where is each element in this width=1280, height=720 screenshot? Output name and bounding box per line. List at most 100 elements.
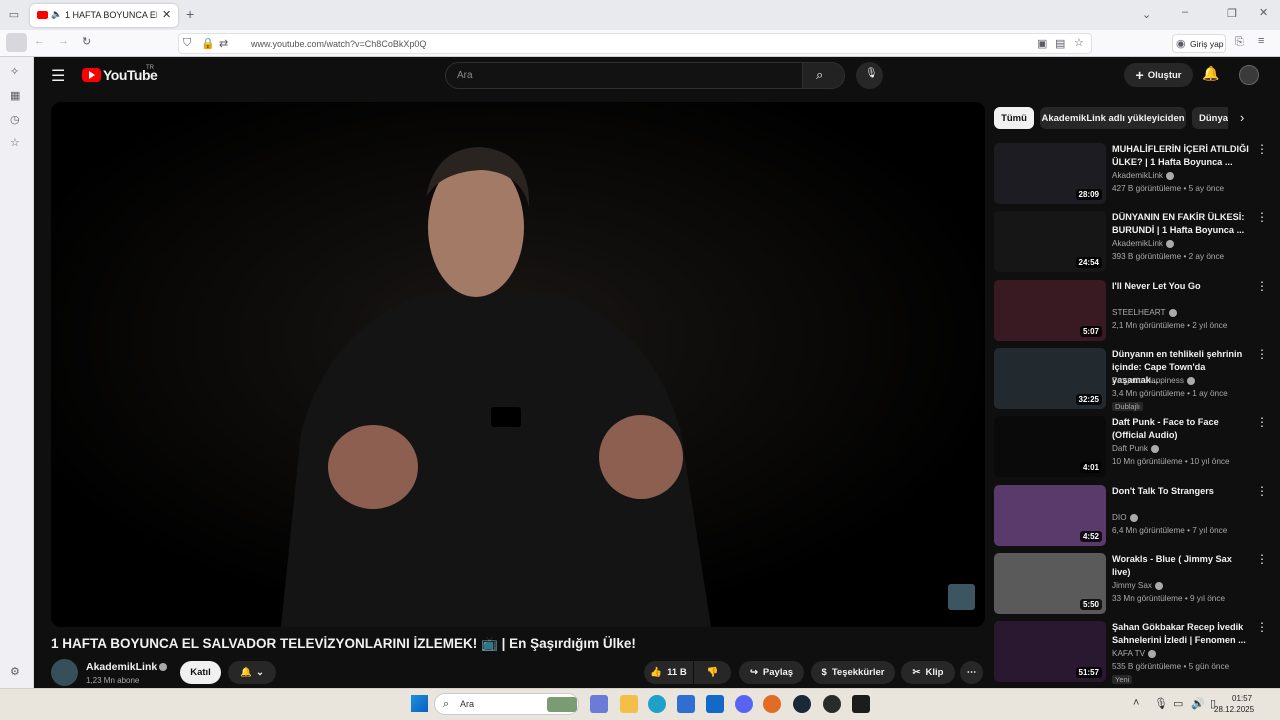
app-icon[interactable] (823, 695, 841, 713)
close-icon[interactable]: ✕ (162, 8, 171, 21)
youtube-logo[interactable]: YouTube TR (82, 65, 162, 84)
video-thumbnail[interactable]: 28:09 (994, 143, 1106, 204)
steam-icon[interactable] (793, 695, 811, 713)
tray-mic-icon[interactable]: 🎙 (1154, 697, 1168, 710)
store-icon[interactable] (677, 695, 695, 713)
forward-icon[interactable]: → (58, 35, 69, 47)
clock-date[interactable]: 28.12.2025 (1214, 705, 1254, 714)
signin-button[interactable]: ◉ Giriş yap (1172, 34, 1226, 53)
taskbar-search[interactable]: ⌕ Ara (434, 693, 579, 715)
video-thumbnail[interactable]: 4:52 (994, 485, 1106, 546)
more-icon[interactable]: ⋮ (1256, 348, 1268, 361)
search-button[interactable]: ⌕ (802, 62, 845, 89)
shield-icon[interactable]: ⛉ (183, 37, 191, 50)
video-thumbnail[interactable]: 32:25 (994, 348, 1106, 409)
bell-icon[interactable]: 🔔 (1202, 65, 1219, 82)
tab-list-icon[interactable]: ▭ (6, 8, 22, 22)
permissions-icon[interactable]: ⇄ (219, 37, 228, 50)
hamburger-menu-icon[interactable]: ☰ (51, 66, 65, 86)
file-explorer-icon[interactable] (620, 695, 638, 713)
video-player[interactable] (51, 102, 985, 627)
recommendation-item[interactable]: 5:50 Worakls - Blue ( Jimmy Sax live) Ji… (994, 553, 1268, 615)
recommendation-channel[interactable]: AkademikLink (1112, 171, 1174, 180)
more-icon[interactable]: ⋮ (1256, 143, 1268, 156)
like-button[interactable]: 👍 11 B (644, 661, 693, 684)
edge-icon[interactable] (648, 695, 666, 713)
sidebar-toggle-icon[interactable] (6, 33, 27, 52)
filter-chip-uploader[interactable]: AkademikLink adlı yükleyiciden (1040, 107, 1186, 129)
recommendation-item[interactable]: 28:09 MUHALİFLERİN İÇERİ ATILDIĞI ÜLKE? … (994, 143, 1268, 205)
clip-button[interactable]: ✂ Klip (901, 661, 955, 684)
thanks-button[interactable]: $ Teşekkürler (811, 661, 895, 684)
search-input[interactable]: Ara (445, 62, 803, 89)
more-actions-button[interactable]: ⋯ (960, 661, 983, 684)
lock-icon[interactable]: 🔒 (201, 37, 215, 50)
video-thumbnail[interactable]: 24:54 (994, 211, 1106, 272)
channel-watermark-icon[interactable] (948, 584, 975, 610)
restore-icon[interactable]: ❐ (1227, 7, 1237, 20)
more-icon[interactable]: ⋮ (1256, 553, 1268, 566)
bookmarks-icon[interactable]: ☆ (10, 136, 20, 149)
recommendation-item[interactable]: 5:07 I'll Never Let You Go STEELHEART 2,… (994, 280, 1268, 342)
epic-games-icon[interactable] (852, 695, 870, 713)
video-thumbnail[interactable]: 51:57 (994, 621, 1106, 682)
tab-overflow-chevron-icon[interactable]: ⌄ (1142, 8, 1151, 21)
channel-name[interactable]: AkademikLink (86, 661, 157, 673)
join-button[interactable]: Katıl (180, 661, 221, 684)
discord-icon[interactable] (735, 695, 753, 713)
reload-icon[interactable]: ↻ (82, 35, 91, 48)
browser-tab-active[interactable]: 🔈 1 HAFTA BOYUNCA EL SAL\ ✕ (30, 4, 178, 27)
recommendation-title[interactable]: Şahan Gökbakar Recep İvedik Sahnelerini … (1112, 621, 1252, 647)
recommendation-channel[interactable]: Jimmy Sax (1112, 581, 1164, 590)
avatar[interactable] (1239, 65, 1259, 85)
minimize-icon[interactable]: – (1182, 6, 1188, 18)
recommendation-channel[interactable]: DIO (1112, 513, 1138, 522)
recommendation-channel[interactable]: Daft Punk (1112, 444, 1159, 453)
channel-avatar[interactable] (51, 659, 78, 686)
video-thumbnail[interactable]: 5:07 (994, 280, 1106, 341)
bookmark-icon[interactable]: ☆ (1074, 36, 1084, 49)
windows-start-icon[interactable] (411, 695, 428, 712)
recommendation-title[interactable]: I'll Never Let You Go (1112, 280, 1252, 293)
recommendation-item[interactable]: 24:54 DÜNYANIN EN FAKİR ÜLKESİ: BURUNDİ … (994, 211, 1268, 273)
create-button[interactable]: + Oluştur (1124, 63, 1193, 87)
recommendation-item[interactable]: 4:52 Don't Talk To Strangers DIO 6,4 Mn … (994, 485, 1268, 547)
clock-time[interactable]: 01:57 (1232, 694, 1252, 703)
recommendation-title[interactable]: MUHALİFLERİN İÇERİ ATILDIĞI ÜLKE? | 1 Ha… (1112, 143, 1252, 169)
history-icon[interactable]: ◷ (10, 113, 20, 126)
sound-icon[interactable]: 🔈 (51, 9, 62, 20)
recommendation-title[interactable]: DÜNYANIN EN FAKİR ÜLKESİ: BURUNDİ | 1 Ha… (1112, 211, 1252, 237)
recommendation-title[interactable]: Worakls - Blue ( Jimmy Sax live) (1112, 553, 1252, 579)
tray-chevron-icon[interactable]: ˄ (1133, 697, 1139, 709)
reader-icon[interactable]: ▤ (1055, 37, 1065, 50)
more-icon[interactable]: ⋮ (1256, 211, 1268, 224)
more-icon[interactable]: ⋮ (1256, 280, 1268, 293)
more-icon[interactable]: ⋮ (1256, 621, 1268, 634)
more-icon[interactable]: ⋮ (1256, 416, 1268, 429)
voice-search-button[interactable]: 🎙 (856, 62, 883, 89)
recommendation-title[interactable]: Don't Talk To Strangers (1112, 485, 1252, 498)
back-icon[interactable]: ← (34, 35, 45, 47)
filter-chip-world[interactable]: Dünya (1192, 107, 1228, 129)
recommendation-channel[interactable]: Progetto Happiness (1112, 376, 1195, 385)
menu-icon[interactable]: ≡ (1258, 35, 1264, 47)
widgets-icon[interactable] (590, 695, 608, 713)
share-button[interactable]: ↪ Paylaş (739, 661, 804, 684)
extensions-icon[interactable]: ⎘ (1235, 36, 1244, 49)
recommendation-item[interactable]: 4:01 Daft Punk - Face to Face (Official … (994, 416, 1268, 478)
recommendation-channel[interactable]: STEELHEART (1112, 308, 1177, 317)
dislike-button[interactable]: 👎 (694, 661, 731, 684)
more-icon[interactable]: ⋮ (1256, 485, 1268, 498)
outlook-icon[interactable] (706, 695, 724, 713)
recommendation-channel[interactable]: KAFA TV (1112, 649, 1157, 658)
video-thumbnail[interactable]: 5:50 (994, 553, 1106, 614)
address-bar[interactable]: ⛉ 🔒 ⇄ www.youtube.com/watch?v=Ch8CoBkXp0… (178, 33, 1092, 54)
new-tab-icon[interactable]: + (186, 6, 194, 22)
window-close-icon[interactable]: ✕ (1259, 6, 1268, 19)
recommendation-title[interactable]: Daft Punk - Face to Face (Official Audio… (1112, 416, 1252, 442)
filter-chip-all[interactable]: Tümü (994, 107, 1034, 129)
url-text[interactable]: www.youtube.com/watch?v=Ch8CoBkXp0Q (251, 39, 426, 49)
video-thumbnail[interactable]: 4:01 (994, 416, 1106, 477)
firefox-icon[interactable] (763, 695, 781, 713)
network-icon[interactable]: ▭ (1173, 697, 1183, 710)
